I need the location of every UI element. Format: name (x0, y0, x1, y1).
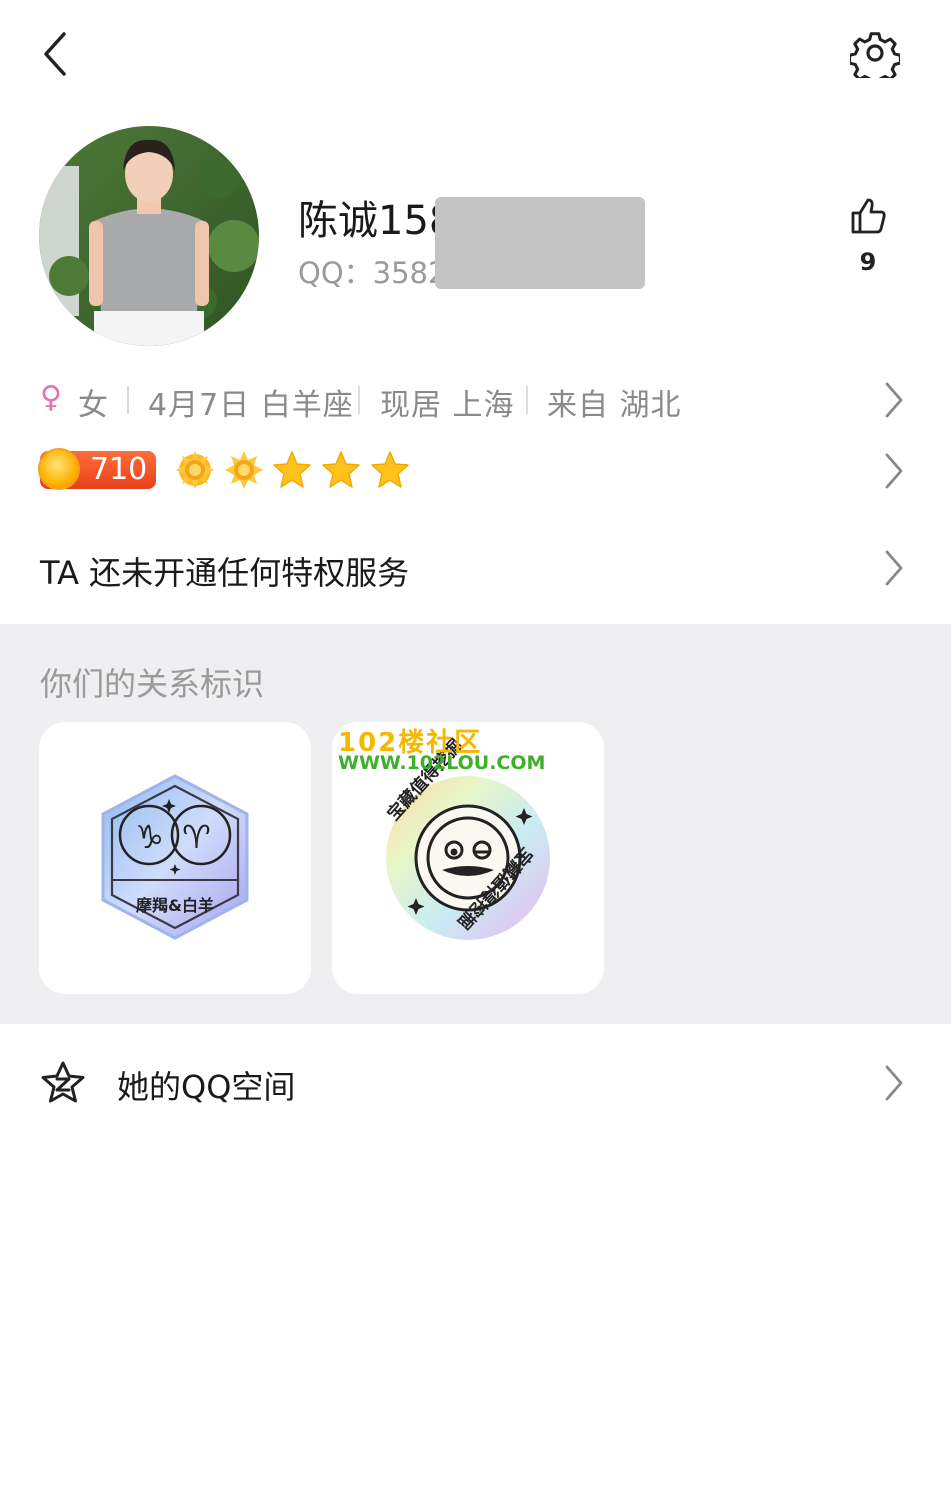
gender-text: 女 (78, 388, 109, 423)
back-icon[interactable] (36, 30, 76, 78)
avatar[interactable] (39, 126, 259, 346)
level-chevron-right-icon[interactable] (874, 451, 914, 491)
qq-label: QQ： (298, 256, 373, 290)
qq-space-label[interactable]: 她的QQ空间 (117, 1062, 295, 1108)
likes-count: 9 (859, 248, 877, 276)
qq-number-row: QQ：3582 (298, 250, 446, 292)
zodiac-symbols: ♑ ♈ (135, 818, 215, 856)
sun-icon (176, 451, 214, 489)
relation-badge-card[interactable]: 宝藏值得挖掘 宝藏值得挖掘 102楼社区 WWW.102LOU.COM (332, 722, 604, 994)
sun-icon (225, 451, 263, 489)
hometown-text: 来自 湖北 (547, 388, 682, 423)
level-value: 710 (90, 452, 148, 487)
relation-badge-card[interactable]: ♑ ♈ 摩羯&白羊 (39, 722, 311, 994)
zodiac-badge-icon (101, 774, 249, 940)
level-badge[interactable]: 710 (38, 448, 156, 490)
info-chevron-right-icon[interactable] (874, 380, 914, 420)
profile-name: 陈诚158 (298, 198, 455, 244)
qzone-star-icon (41, 1061, 85, 1103)
divider (127, 386, 129, 414)
residence-text: 现居 上海 (380, 388, 515, 423)
star-icon (322, 451, 360, 488)
privilege-chevron-right-icon[interactable] (874, 548, 914, 588)
watermark-line2: WWW.102LOU.COM (338, 752, 546, 774)
divider (358, 386, 360, 414)
divider (526, 386, 528, 414)
star-icon (371, 451, 409, 488)
qq-space-chevron-right-icon[interactable] (874, 1063, 914, 1103)
relation-title: 你们的关系标识 (40, 665, 265, 703)
level-coin-icon (38, 448, 80, 490)
zodiac-badge-label: 摩羯&白羊 (136, 896, 214, 915)
redaction-box (435, 197, 645, 289)
birthday-text: 4月7日 白羊座 (148, 388, 354, 423)
settings-gear-icon[interactable] (850, 28, 900, 78)
star-icon (273, 451, 311, 488)
thumbs-up-icon[interactable] (848, 196, 888, 236)
gender-symbol-icon: ♀ (40, 380, 63, 415)
privilege-text[interactable]: TA 还未开通任何特权服务 (40, 548, 409, 594)
